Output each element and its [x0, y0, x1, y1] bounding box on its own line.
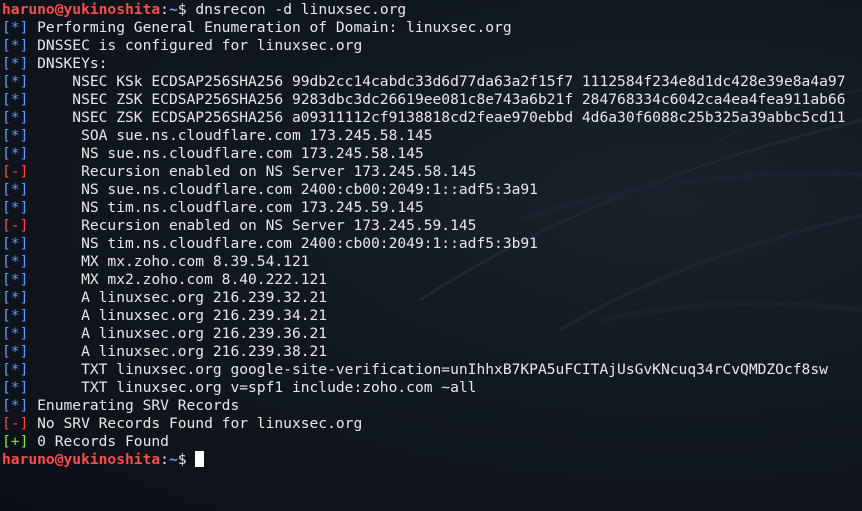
output-line: [*] NS sue.ns.cloudflare.com 173.245.58.…	[2, 145, 862, 163]
status-tag: [*]	[2, 91, 29, 108]
status-tag: [*]	[2, 361, 29, 378]
output-line: [*] DNSKEYs:	[2, 55, 862, 73]
output-text: NS sue.ns.cloudflare.com 173.245.58.145	[28, 145, 424, 162]
output-line: [-] No SRV Records Found for linuxsec.or…	[2, 415, 862, 433]
output-text: Enumerating SRV Records	[28, 397, 240, 414]
status-tag: [*]	[2, 127, 29, 144]
status-tag: [+]	[2, 433, 29, 450]
output-line: [*] SOA sue.ns.cloudflare.com 173.245.58…	[2, 127, 862, 145]
output-line: [*] A linuxsec.org 216.239.38.21	[2, 343, 862, 361]
status-tag: [*]	[2, 73, 29, 90]
output-line: [*] TXT linuxsec.org google-site-verific…	[2, 361, 862, 379]
output-text: NSEC ZSK ECDSAP256SHA256 a09311112cf9138…	[28, 109, 846, 126]
status-tag: [*]	[2, 235, 29, 252]
command-text: dnsrecon -d linuxsec.org	[195, 1, 407, 18]
terminal-output: haruno@yukinoshita:~$ dnsrecon -d linuxs…	[2, 1, 862, 469]
output-lines: [*] Performing General Enumeration of Do…	[2, 19, 862, 451]
output-line: [*] MX mx.zoho.com 8.39.54.121	[2, 253, 862, 271]
status-tag: [-]	[2, 217, 29, 234]
output-text: NS tim.ns.cloudflare.com 173.245.59.145	[28, 199, 424, 216]
prompt-user-host: haruno@yukinoshita	[2, 1, 161, 18]
output-line: [-] Recursion enabled on NS Server 173.2…	[2, 217, 862, 235]
status-tag: [*]	[2, 253, 29, 270]
output-line: [*] Performing General Enumeration of Do…	[2, 19, 862, 37]
output-line: [*] NSEC ZSK ECDSAP256SHA256 a09311112cf…	[2, 109, 862, 127]
output-line: [*] NS sue.ns.cloudflare.com 2400:cb00:2…	[2, 181, 862, 199]
active-prompt-path: ~	[168, 451, 178, 468]
output-line: [*] A linuxsec.org 216.239.34.21	[2, 307, 862, 325]
output-line: [*] NS tim.ns.cloudflare.com 173.245.59.…	[2, 199, 862, 217]
prompt-separator: :	[160, 1, 169, 18]
output-text: DNSKEYs:	[28, 55, 108, 72]
output-line: [+] 0 Records Found	[2, 433, 862, 451]
output-text: A linuxsec.org 216.239.32.21	[28, 289, 328, 306]
output-line: [*] A linuxsec.org 216.239.36.21	[2, 325, 862, 343]
output-text: A linuxsec.org 216.239.38.21	[28, 343, 328, 360]
output-line: [*] NSEC KSk ECDSAP256SHA256 99db2cc14ca…	[2, 73, 862, 91]
terminal-window[interactable]: haruno@yukinoshita:~$ dnsrecon -d linuxs…	[0, 0, 862, 511]
active-prompt-user-host: haruno@yukinoshita	[2, 451, 161, 468]
status-tag: [*]	[2, 289, 29, 306]
output-line: [*] NSEC ZSK ECDSAP256SHA256 9283dbc3dc2…	[2, 91, 862, 109]
output-text: A linuxsec.org 216.239.34.21	[28, 307, 328, 324]
status-tag: [*]	[2, 37, 29, 54]
prompt-path: ~	[168, 1, 178, 18]
output-text: Recursion enabled on NS Server 173.245.5…	[28, 163, 477, 180]
output-text: No SRV Records Found for linuxsec.org	[28, 415, 363, 432]
output-text: NS tim.ns.cloudflare.com 2400:cb00:2049:…	[28, 235, 538, 252]
status-tag: [*]	[2, 325, 29, 342]
status-tag: [*]	[2, 109, 29, 126]
status-tag: [*]	[2, 55, 29, 72]
output-line: [*] TXT linuxsec.org v=spf1 include:zoho…	[2, 379, 862, 397]
output-text: NSEC KSk ECDSAP256SHA256 99db2cc14cabdc3…	[28, 73, 846, 90]
output-line: [*] MX mx2.zoho.com 8.40.222.121	[2, 271, 862, 289]
output-line: [-] Recursion enabled on NS Server 173.2…	[2, 163, 862, 181]
status-tag: [*]	[2, 397, 29, 414]
status-tag: [*]	[2, 379, 29, 396]
output-text: SOA sue.ns.cloudflare.com 173.245.58.145	[28, 127, 433, 144]
status-tag: [*]	[2, 343, 29, 360]
status-tag: [*]	[2, 199, 29, 216]
output-line: [*] Enumerating SRV Records	[2, 397, 862, 415]
status-tag: [*]	[2, 271, 29, 288]
output-text: NS sue.ns.cloudflare.com 2400:cb00:2049:…	[28, 181, 538, 198]
output-line: [*] A linuxsec.org 216.239.32.21	[2, 289, 862, 307]
output-text: DNSSEC is configured for linuxsec.org	[28, 37, 363, 54]
output-text: MX mx2.zoho.com 8.40.222.121	[28, 271, 328, 288]
status-tag: [-]	[2, 163, 29, 180]
output-text: A linuxsec.org 216.239.36.21	[28, 325, 328, 342]
active-prompt-separator: :	[160, 451, 169, 468]
output-text: Performing General Enumeration of Domain…	[28, 19, 512, 36]
output-line: [*] DNSSEC is configured for linuxsec.or…	[2, 37, 862, 55]
status-tag: [*]	[2, 307, 29, 324]
active-prompt-line[interactable]: haruno@yukinoshita:~$	[2, 451, 862, 469]
text-cursor[interactable]	[195, 451, 205, 467]
output-text: TXT linuxsec.org v=spf1 include:zoho.com…	[28, 379, 477, 396]
prompt-line: haruno@yukinoshita:~$ dnsrecon -d linuxs…	[2, 1, 862, 19]
status-tag: [-]	[2, 415, 29, 432]
output-text: NSEC ZSK ECDSAP256SHA256 9283dbc3dc26619…	[28, 91, 846, 108]
status-tag: [*]	[2, 145, 29, 162]
output-text: Recursion enabled on NS Server 173.245.5…	[28, 217, 477, 234]
output-line: [*] NS tim.ns.cloudflare.com 2400:cb00:2…	[2, 235, 862, 253]
status-tag: [*]	[2, 181, 29, 198]
output-text: 0 Records Found	[28, 433, 169, 450]
active-prompt-symbol: $	[177, 451, 196, 468]
output-text: MX mx.zoho.com 8.39.54.121	[28, 253, 310, 270]
status-tag: [*]	[2, 19, 29, 36]
output-text: TXT linuxsec.org google-site-verificatio…	[28, 361, 828, 378]
prompt-symbol: $	[177, 1, 196, 18]
